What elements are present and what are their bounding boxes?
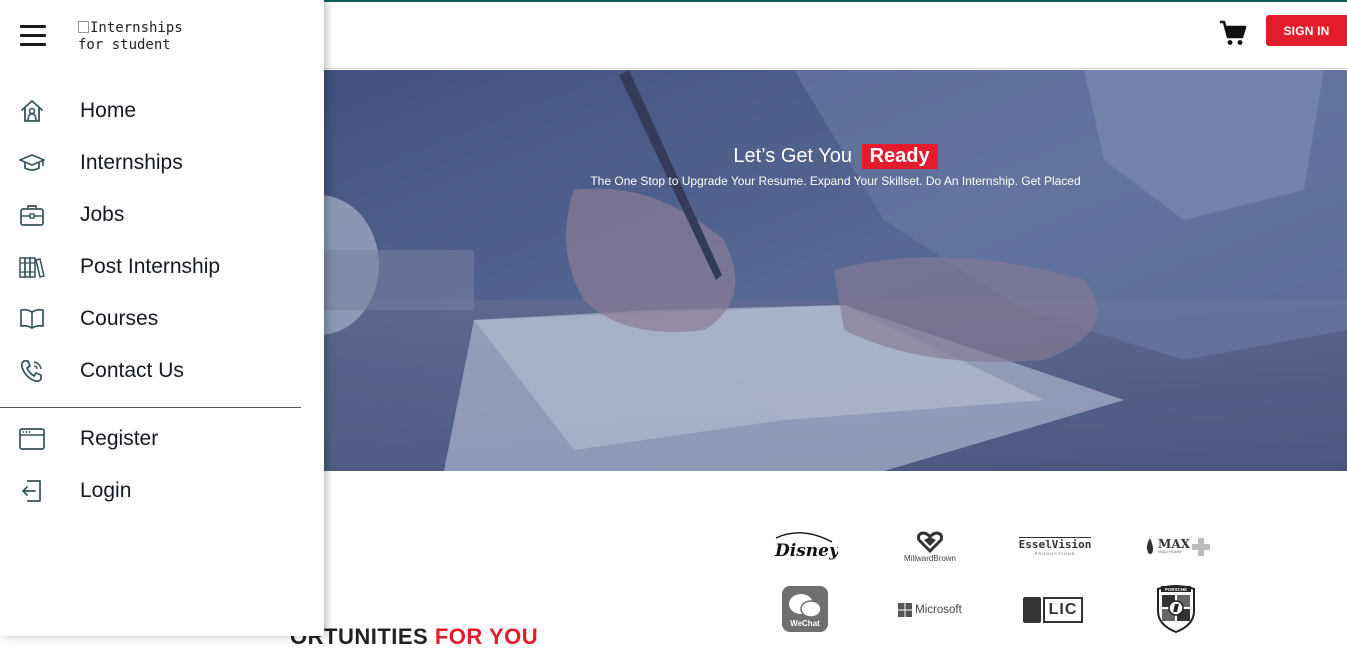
porsche-logo: PORSCHE: [1154, 582, 1198, 634]
graduation-cap-icon: [19, 154, 45, 171]
svg-text:Disney: Disney: [774, 541, 838, 561]
broken-image-icon: [78, 21, 89, 33]
lic-logo: LIC: [1020, 592, 1086, 628]
nav-item-register[interactable]: Register: [0, 415, 300, 461]
hero-title-text: Let’s Get You: [733, 145, 853, 167]
side-drawer: Internships for student Home Internships…: [0, 0, 324, 636]
wechat-logo: WeChat: [781, 585, 829, 633]
hero-subtitle: The One Stop to Upgrade Your Resume. Exp…: [590, 174, 1081, 188]
books-icon: [19, 257, 45, 278]
millward-brown-logo: MillwardBrown: [893, 528, 967, 566]
shopping-cart-icon[interactable]: [1219, 20, 1247, 46]
nav-item-jobs[interactable]: Jobs: [0, 191, 300, 237]
hamburger-icon[interactable]: [20, 25, 46, 47]
hero-banner: Let’s Get You Ready The One Stop to Upgr…: [324, 70, 1347, 471]
briefcase-icon: [20, 205, 44, 226]
nav-label-login: Login: [80, 479, 132, 502]
nav-label-home: Home: [80, 99, 137, 122]
hero-title: Let’s Get You Ready: [324, 144, 1347, 169]
disney-logo: Disney: [770, 526, 840, 566]
svg-text:PORSCHE: PORSCHE: [1165, 587, 1187, 592]
section-title: ORTUNITIES FOR YOU: [290, 624, 539, 649]
nav-item-home[interactable]: Home: [0, 87, 300, 133]
nav-item-internships[interactable]: Internships: [0, 139, 300, 185]
nav-label-jobs: Jobs: [80, 203, 125, 226]
nav-item-courses[interactable]: Courses: [0, 295, 300, 341]
browser-window-icon: [19, 428, 45, 450]
login-icon: [22, 480, 41, 502]
nav-label-internships: Internships: [80, 151, 183, 174]
microsoft-logo: Microsoft: [893, 598, 967, 622]
open-book-icon: [20, 308, 44, 329]
hero-title-highlight: Ready: [861, 144, 938, 169]
nav-item-login[interactable]: Login: [0, 467, 300, 513]
max-healthcare-logo: MAX HEALTHCARE: [1143, 532, 1213, 560]
home-icon: [21, 100, 43, 122]
phone-icon: [20, 360, 42, 383]
nav-item-post-internship[interactable]: Post Internship: [0, 243, 300, 289]
nav-label-post-internship: Post Internship: [80, 255, 221, 278]
drawer-divider: [0, 407, 301, 408]
hero-background-image: [324, 70, 1347, 471]
sign-in-button[interactable]: SIGN IN: [1266, 15, 1347, 46]
nav-label-contact-us: Contact Us: [80, 359, 184, 382]
nav-label-register: Register: [80, 427, 159, 450]
nav-label-courses: Courses: [80, 307, 159, 330]
essel-vision-logo: EsselVision PRODUCTIONS: [1018, 536, 1092, 556]
nav-item-contact-us[interactable]: Contact Us: [0, 347, 300, 393]
brand-logo[interactable]: Internships for student: [78, 20, 183, 54]
